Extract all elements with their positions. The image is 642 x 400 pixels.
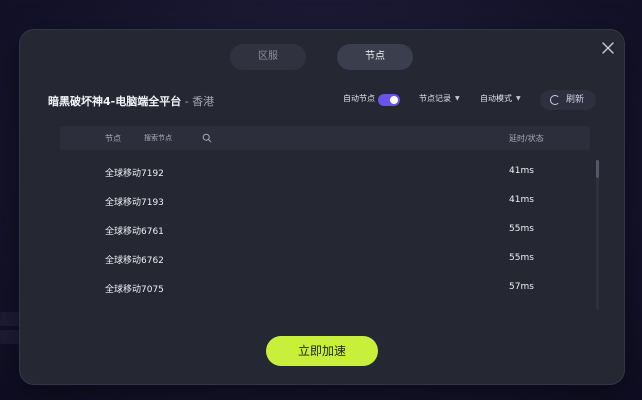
column-node: 节点 <box>105 134 121 143</box>
search-placeholder: 搜索节点 <box>144 134 172 142</box>
table-row[interactable]: 全球移动7075 57ms <box>60 272 590 301</box>
chevron-down-icon: ▼ <box>455 95 460 102</box>
node-selection-dialog: 区服 节点 暗黑破坏神4-电脑端全平台 - 香港 自动节点 节点记录 ▼ 自动模式… <box>20 30 624 384</box>
game-name: 暗黑破坏神4-电脑端全平台 <box>48 95 182 108</box>
refresh-button[interactable]: 刷新 <box>540 90 596 110</box>
node-history-label: 节点记录 <box>419 94 451 103</box>
node-list[interactable]: 全球移动7192 41ms 全球移动7193 41ms 全球移动6761 55m… <box>60 156 590 316</box>
refresh-label: 刷新 <box>566 95 585 105</box>
node-history-dropdown[interactable]: 节点记录 ▼ <box>419 93 460 104</box>
tab-node[interactable]: 节点 <box>337 44 413 70</box>
auto-mode-label: 自动模式 <box>480 94 512 103</box>
node-latency: 41ms <box>509 166 534 176</box>
node-name: 全球移动6762 <box>105 256 164 266</box>
close-button[interactable] <box>600 40 616 56</box>
table-header: 节点 搜索节点 延时/状态 <box>60 126 590 150</box>
game-region: - 香港 <box>181 95 215 108</box>
chevron-down-icon: ▼ <box>516 95 521 102</box>
node-latency: 41ms <box>509 195 534 205</box>
toggle-knob <box>390 96 398 104</box>
column-latency: 延时/状态 <box>509 134 544 143</box>
tab-server[interactable]: 区服 <box>230 44 306 70</box>
close-icon <box>602 42 614 54</box>
search-icon <box>202 133 212 143</box>
node-name: 全球移动6761 <box>105 227 164 237</box>
list-scrollbar[interactable] <box>596 160 599 310</box>
node-latency: 55ms <box>509 224 534 234</box>
auto-mode-dropdown[interactable]: 自动模式 ▼ <box>480 93 521 104</box>
accelerate-button[interactable]: 立即加速 <box>266 336 378 366</box>
scrollbar-thumb[interactable] <box>596 160 599 178</box>
table-row[interactable]: 全球移动7192 41ms <box>60 156 590 185</box>
node-latency: 57ms <box>509 282 534 292</box>
node-name: 全球移动7193 <box>105 198 164 208</box>
game-title: 暗黑破坏神4-电脑端全平台 - 香港 <box>48 93 214 109</box>
search-node-input[interactable]: 搜索节点 <box>144 130 224 146</box>
node-name: 全球移动7075 <box>105 285 164 295</box>
table-row[interactable]: 全球移动6762 55ms <box>60 243 590 272</box>
table-row[interactable]: 全球移动6761 55ms <box>60 214 590 243</box>
auto-node-label: 自动节点 <box>343 94 375 103</box>
refresh-icon <box>550 95 560 105</box>
node-name: 全球移动7192 <box>105 169 164 179</box>
auto-node-toggle[interactable] <box>378 94 400 106</box>
node-latency: 55ms <box>509 253 534 263</box>
table-row[interactable]: 全球移动7193 41ms <box>60 185 590 214</box>
